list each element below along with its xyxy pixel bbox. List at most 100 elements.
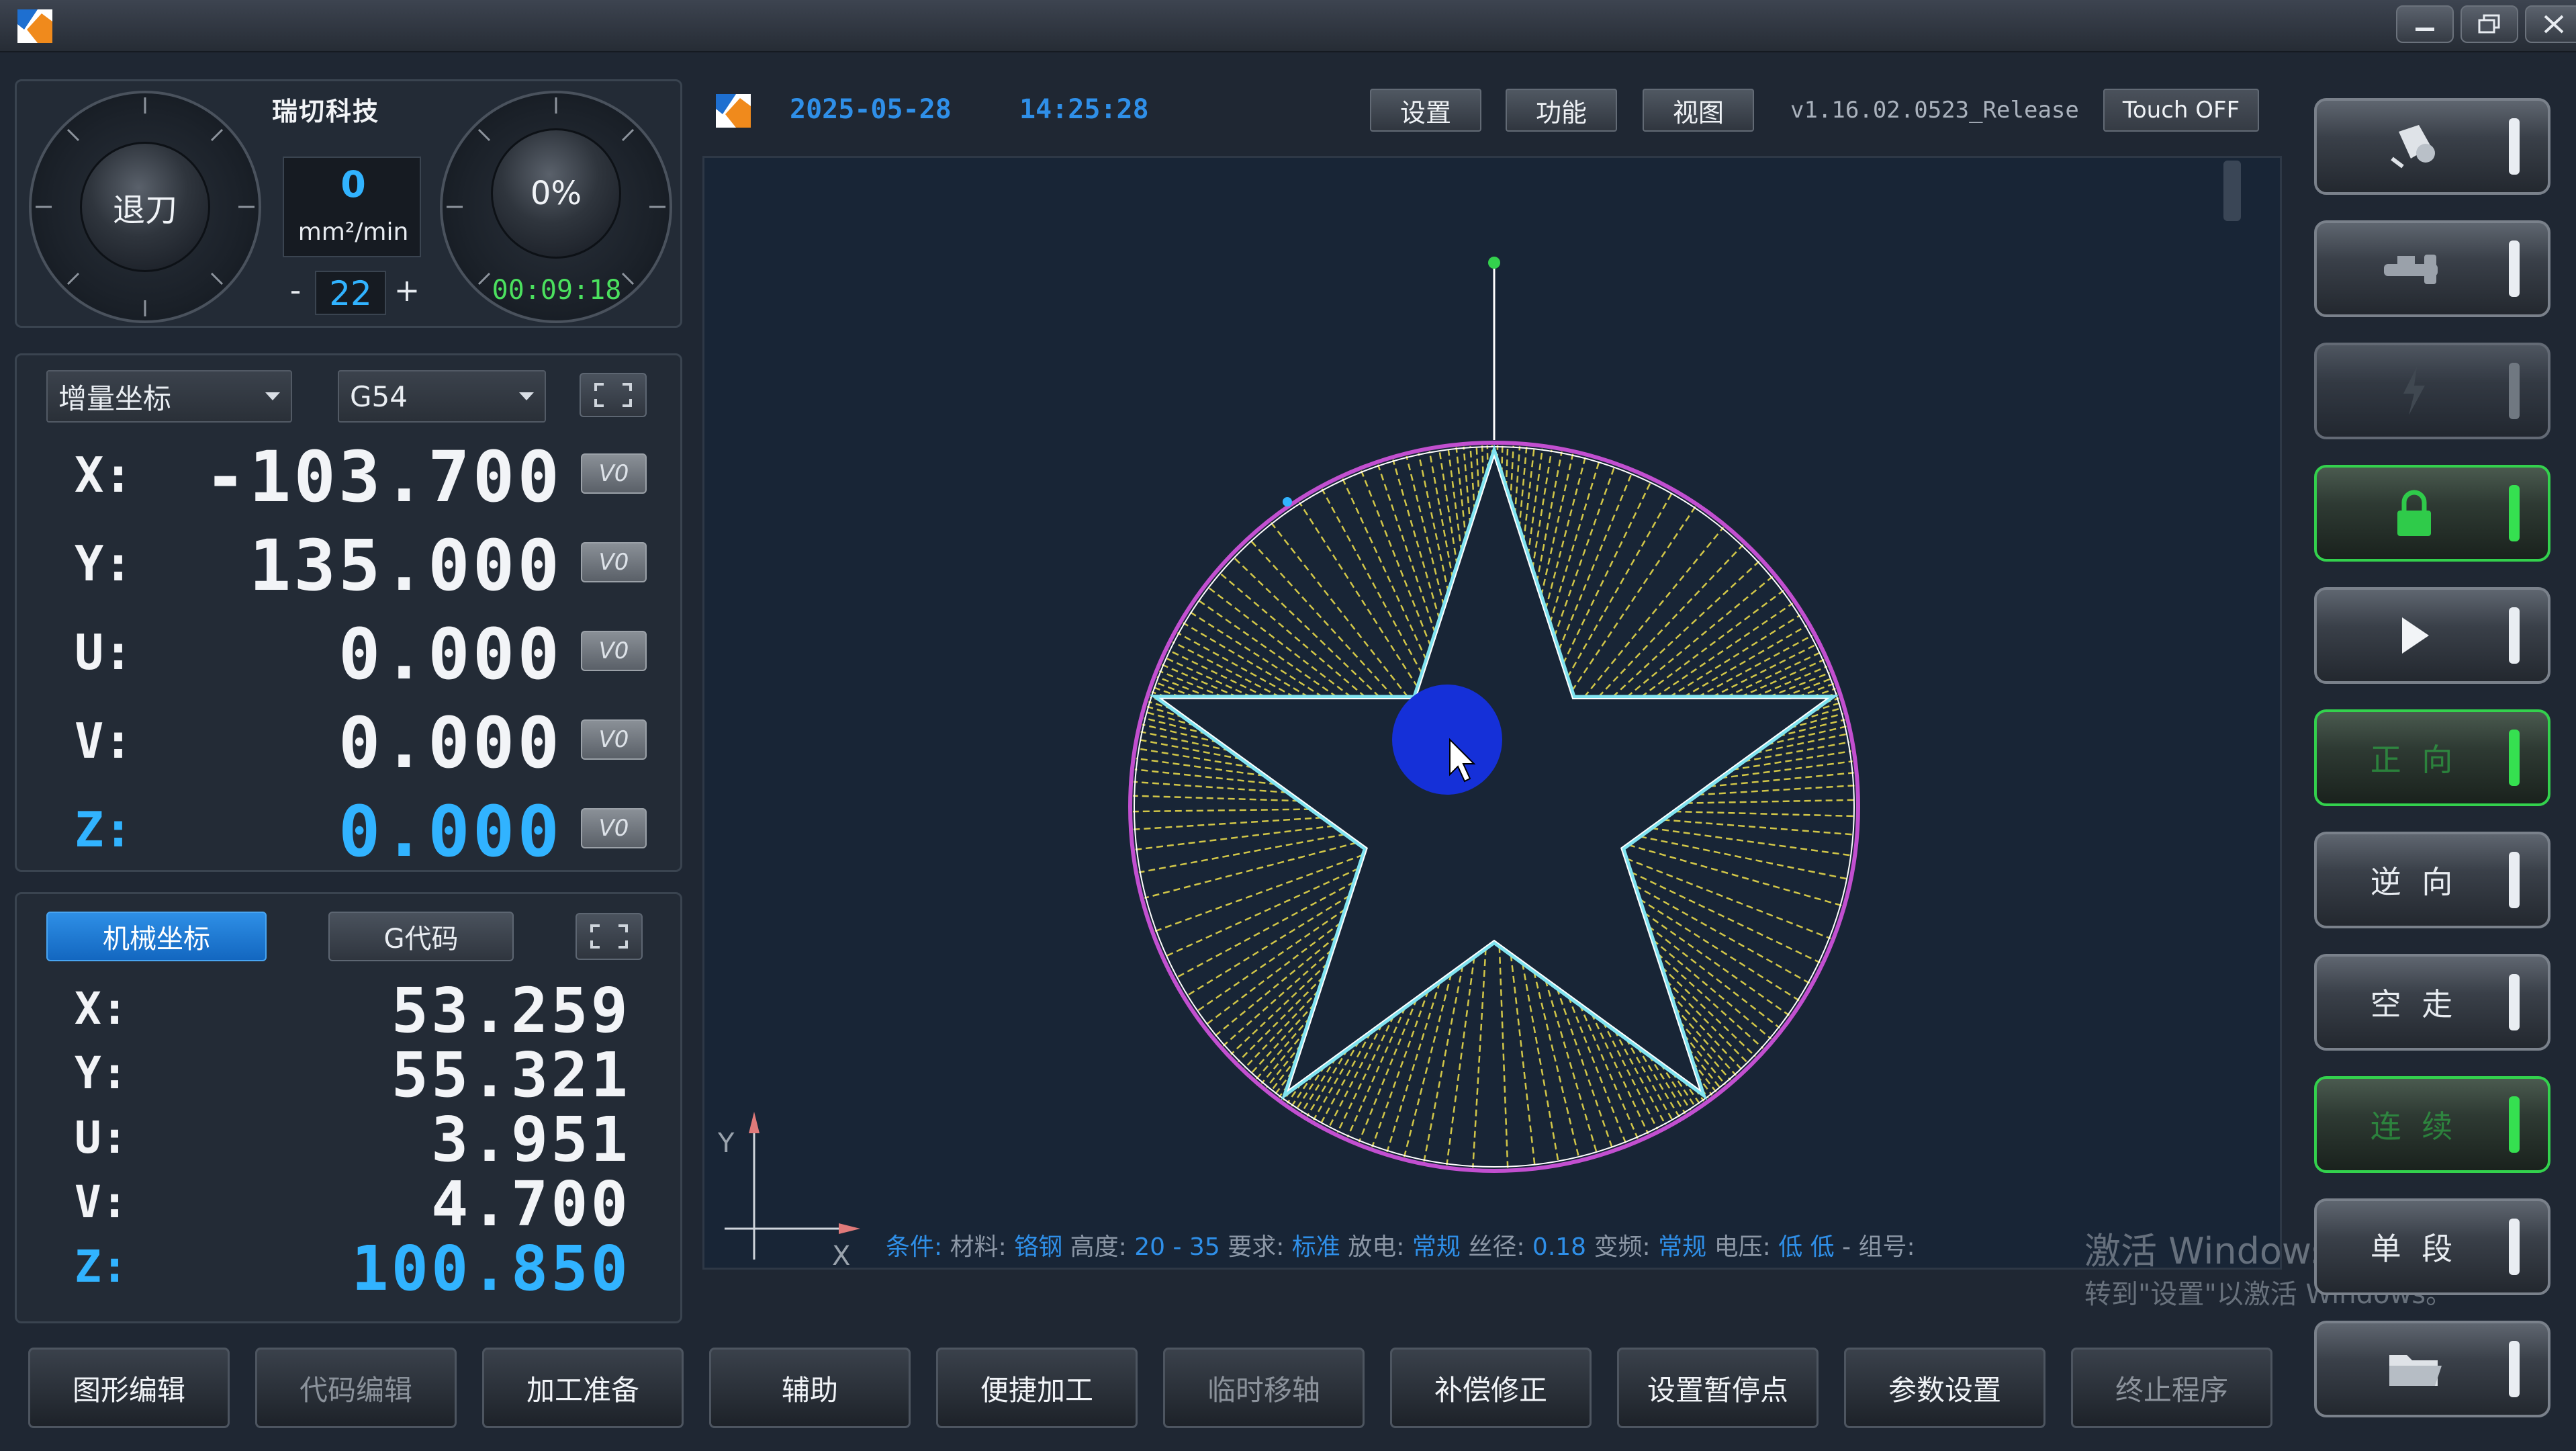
tab-machine-coordinates[interactable]: 机械坐标 [46,912,267,961]
hatch-line [1132,808,1311,813]
continuous-toggle[interactable]: 连 续 [2314,1076,2550,1173]
set-pause-point-button[interactable]: 设置暂停点 [1617,1348,1819,1428]
quick-machining-button[interactable]: 便捷加工 [936,1348,1138,1428]
machining-prep-button[interactable]: 加工准备 [482,1348,684,1428]
machine-label-x: X: [75,983,128,1035]
lock-toggle[interactable] [2314,465,2550,562]
hatch-line [1755,665,1828,698]
pump-toggle[interactable] [2314,220,2550,317]
status-group-label: - 组号: [1842,1233,1915,1261]
single-step-toggle[interactable]: 单 段 [2314,1198,2550,1295]
forward-toggle[interactable]: 正 向 [2314,709,2550,806]
zero-v-button[interactable]: V0 [581,719,647,760]
step-minus-button[interactable]: - [280,272,311,312]
hatch-line [1164,867,1359,957]
hatch-line [1306,1049,1348,1117]
zero-x-button[interactable]: V0 [581,453,647,494]
hatch-line [1527,448,1544,556]
minimize-button[interactable] [2396,5,2454,43]
toggle-indicator [2509,485,2520,541]
hatch-line [1510,954,1536,1166]
zero-z-button[interactable]: V0 [581,808,647,848]
status-material-label: 材料: [950,1233,1007,1261]
hatch-line [1545,457,1587,610]
title-bar [0,0,2576,52]
temp-move-axis-button[interactable]: 临时移轴 [1163,1348,1365,1428]
run-toggle[interactable] [2314,587,2550,684]
expand-machine-button[interactable] [576,913,643,960]
settings-button[interactable]: 设置 [1370,89,1481,132]
step-plus-button[interactable]: + [392,272,422,312]
wcs-select[interactable]: G54 [338,370,546,423]
hatch-line [1663,819,1855,836]
open-file-toggle[interactable] [2314,1321,2550,1417]
axis-value-z: 0.000 [338,791,562,873]
machine-label-u: U: [75,1112,128,1163]
single-step-label: 单 段 [2370,1231,2458,1267]
toggle-indicator [2509,1096,2520,1153]
terminate-program-button[interactable]: 终止程序 [2071,1348,2272,1428]
view-button[interactable]: 视图 [1643,89,1754,132]
reverse-toggle[interactable]: 逆 向 [2314,832,2550,928]
code-edit-button[interactable]: 代码编辑 [255,1348,457,1428]
faucet-icon [2384,255,2438,284]
axis-y-label: Y [717,1128,735,1159]
dry-run-toggle[interactable]: 空 走 [2314,954,2550,1051]
hatch-line [1510,445,1514,502]
step-value-field[interactable]: 22 [315,271,386,315]
function-button[interactable]: 功能 [1506,89,1617,132]
close-button[interactable] [2525,5,2576,43]
coordinate-mode-select[interactable]: 增量坐标 [46,370,292,423]
hatch-line [1659,1063,1692,1111]
status-wire-value: 0.18 [1532,1233,1587,1261]
machine-value-z: 100.850 [351,1233,631,1305]
touch-off-button[interactable]: Touch OFF [2103,89,2259,132]
hatch-line [1438,449,1459,566]
app-logo-icon [716,94,751,128]
hatch-line [1177,631,1295,698]
override-percent: 0% [530,175,582,212]
hatch-line [1472,949,1487,1168]
side-face [2330,235,2498,302]
power-toggle[interactable] [2314,343,2550,439]
retract-knob[interactable]: 退刀 [80,142,210,272]
toolpath-drawing: Y X [717,161,2241,1268]
zero-u-button[interactable]: V0 [581,631,647,671]
toggle-indicator [2509,1219,2520,1275]
graphic-edit-button[interactable]: 图形编辑 [28,1348,230,1428]
zero-y-button[interactable]: V0 [581,542,647,582]
work-coordinate-panel: 增量坐标 G54 X: -103.700 V0 Y: 135.000 V0 U:… [15,353,682,873]
machine-label-v: V: [75,1176,128,1228]
axis-x-label: X [832,1241,850,1268]
override-knob[interactable]: 0% [491,128,621,259]
hatch-line [1195,908,1346,1012]
coordinate-mode-value: 增量坐标 [58,382,172,415]
star-outline [1149,444,1839,1100]
hatch-line [1630,871,1821,964]
hatch-line [1144,842,1357,899]
canvas-scrollbar[interactable] [2223,161,2241,221]
side-face [2330,1335,2498,1403]
hatch-line [1423,965,1464,1162]
side-face [2330,602,2498,669]
lamp-toggle[interactable] [2314,98,2550,195]
toggle-indicator [2509,118,2520,175]
hatch-line [1686,799,1855,804]
compensation-button[interactable]: 补偿修正 [1390,1348,1592,1428]
hatch-line [1313,1040,1361,1120]
parameter-settings-button[interactable]: 参数设置 [1844,1348,2045,1428]
retract-label: 退刀 [112,191,177,229]
expand-coord-button[interactable] [580,373,647,417]
axis-label-z: Z: [75,801,133,858]
restore-button[interactable] [2460,5,2518,43]
cut-hatch-lines [1132,445,1855,1168]
status-voltage-label: 电压: [1714,1233,1771,1261]
hatch-line [1463,446,1471,525]
tab-gcode[interactable]: G代码 [328,912,514,961]
start-point-marker [1488,257,1500,269]
toggle-indicator [2509,730,2520,786]
auxiliary-button[interactable]: 辅助 [709,1348,911,1428]
minimize-icon [2416,28,2434,31]
toolpath-canvas[interactable]: Y X 条件: 材料: 铬钢 高度: 20 - 35 要求: 标准 放电: 常规… [702,156,2282,1270]
hatch-line [1377,464,1436,633]
